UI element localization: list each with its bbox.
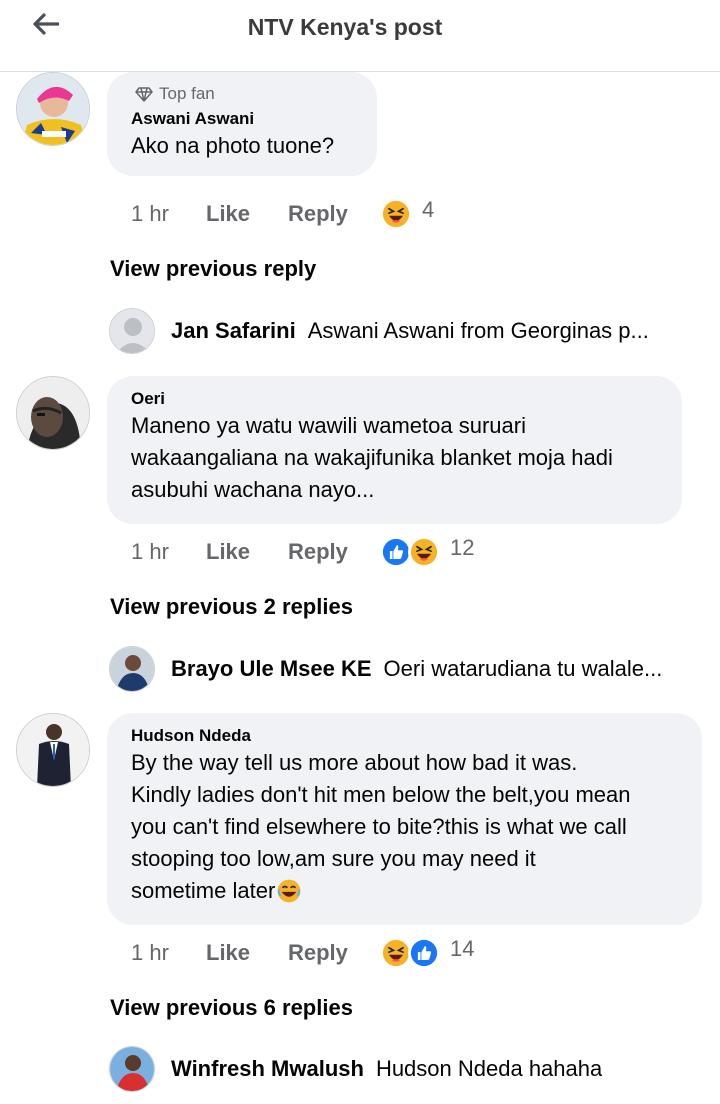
reply-author[interactable]: Jan Safarini — [171, 318, 296, 344]
top-bar: NTV Kenya's post — [0, 0, 720, 72]
like-button[interactable]: Like — [206, 940, 288, 966]
reply-author[interactable]: Brayo Ule Msee KE — [171, 656, 372, 682]
reply-button[interactable]: Reply — [288, 539, 380, 565]
comment-text-line: Kindly ladies don't hit men below the be… — [131, 782, 631, 807]
comment-bubble[interactable]: Oeri Maneno ya watu wawili wametoa surua… — [107, 376, 682, 524]
reply-text: Hudson Ndeda hahaha — [375, 1056, 603, 1081]
like-button[interactable]: Like — [206, 201, 288, 227]
avatar[interactable] — [16, 72, 90, 146]
comment-text-line-last: sometime later — [131, 875, 678, 907]
laughing-tears-emoji-icon — [277, 879, 301, 903]
comment-time[interactable]: 1 hr — [131, 201, 206, 227]
comment-time[interactable]: 1 hr — [131, 940, 206, 966]
comment-bubble[interactable]: Top fan Aswani Aswani Ako na photo tuone… — [107, 72, 377, 176]
haha-reaction-icon — [408, 536, 440, 568]
reply-button[interactable]: Reply — [288, 940, 380, 966]
reply-preview[interactable]: Brayo Ule Msee KE Oeri watarudiana tu wa… — [109, 646, 699, 692]
avatar[interactable] — [109, 308, 155, 354]
reply-preview[interactable]: Jan Safarini Aswani Aswani from Georgina… — [109, 308, 699, 354]
like-reaction-icon — [408, 937, 440, 969]
reaction-count: 4 — [422, 197, 435, 222]
avatar[interactable] — [16, 713, 90, 787]
reaction-count: 12 — [450, 535, 475, 560]
comment-text-line: By the way tell us more about how bad it… — [131, 750, 578, 775]
reactions[interactable]: 14 — [380, 936, 475, 969]
page-title: NTV Kenya's post — [247, 14, 443, 40]
comment-author[interactable]: Oeri — [131, 388, 658, 410]
comment-time[interactable]: 1 hr — [131, 539, 206, 565]
comment-text-line: wakaangaliana na wakajifunika blanket mo… — [131, 445, 613, 470]
avatar[interactable] — [109, 1046, 155, 1092]
reactions[interactable]: 4 — [380, 197, 435, 230]
reply-author[interactable]: Winfresh Mwalush — [171, 1056, 364, 1082]
avatar[interactable] — [109, 646, 155, 692]
comment-bubble[interactable]: Hudson Ndeda By the way tell us more abo… — [107, 713, 702, 925]
reply-button[interactable]: Reply — [288, 201, 380, 227]
comment-author[interactable]: Aswani Aswani — [131, 108, 353, 130]
view-previous-replies[interactable]: View previous 6 replies — [110, 995, 353, 1021]
comment-text-line: asubuhi wachana nayo... — [131, 477, 375, 502]
haha-reaction-icon — [380, 198, 412, 230]
comment-author[interactable]: Hudson Ndeda — [131, 725, 678, 747]
like-button[interactable]: Like — [206, 539, 288, 565]
avatar[interactable] — [16, 376, 90, 450]
view-previous-replies[interactable]: View previous 2 replies — [110, 594, 353, 620]
top-fan-badge: Top fan — [135, 84, 353, 104]
comment-text: Ako na photo tuone? — [131, 133, 335, 158]
comment-actions: 1 hr Like Reply 4 — [131, 196, 434, 232]
reply-text: Aswani Aswani from Georginas p... — [307, 318, 649, 343]
comment-text-line: Maneno ya watu wawili wametoa suruari — [131, 413, 526, 438]
comment-actions: 1 hr Like Reply 12 — [131, 534, 474, 570]
diamond-icon — [135, 87, 153, 102]
reaction-count: 14 — [450, 936, 475, 961]
comment-text-line: stooping too low,am sure you may need it — [131, 846, 536, 871]
badge-label: Top fan — [159, 84, 215, 103]
comment-actions: 1 hr Like Reply 14 — [131, 935, 474, 971]
reply-text: Oeri watarudiana tu walale... — [383, 656, 663, 681]
comment-text-line: sometime later — [131, 878, 276, 903]
reply-preview[interactable]: Winfresh Mwalush Hudson Ndeda hahaha — [109, 1046, 699, 1092]
comment-text-line: you can't find elsewhere to bite?this is… — [131, 814, 627, 839]
reactions[interactable]: 12 — [380, 535, 475, 568]
view-previous-replies[interactable]: View previous reply — [110, 256, 316, 282]
